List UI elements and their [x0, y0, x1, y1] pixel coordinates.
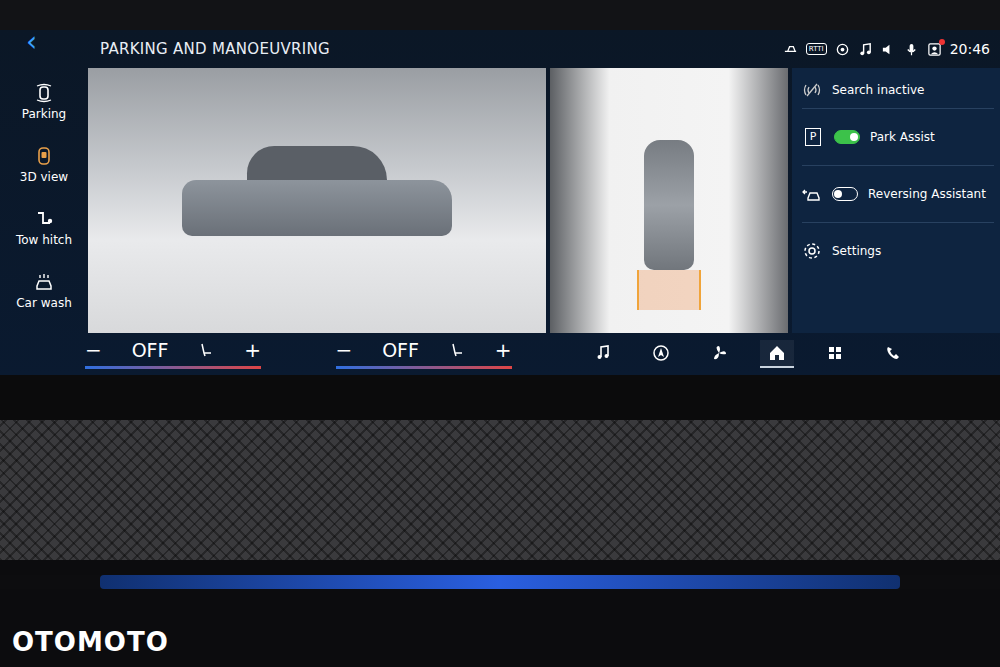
phone-icon [884, 344, 902, 362]
sidebar-item[interactable]: Parking [2, 70, 86, 133]
nav-item[interactable] [760, 340, 794, 368]
car-wash-icon [34, 272, 54, 292]
screen-bezel [0, 375, 1000, 420]
sidebar: ‹ Parking 3D view Tow hitch Car wash [0, 30, 88, 333]
car-roof [247, 146, 387, 180]
sidebar-label: Tow hitch [16, 233, 72, 247]
seat-climate: − OFF + [85, 339, 261, 369]
top-camera-view[interactable] [550, 68, 788, 333]
sidebar-item[interactable]: Car wash [2, 259, 86, 322]
bottom-bar: − OFF + − OFF + [0, 333, 1000, 375]
3d-camera-view[interactable] [88, 68, 546, 333]
search-row: Search inactive [802, 72, 994, 109]
seat-climate: − OFF + [336, 339, 512, 369]
toggle-knob [850, 133, 858, 141]
footer: OTOMOTO [0, 589, 1000, 667]
parking-sensor-icon [34, 83, 54, 103]
top-bezel [0, 0, 1000, 30]
nav-item[interactable] [702, 340, 736, 368]
toggle-knob [834, 190, 842, 198]
settings-label: Settings [832, 244, 881, 258]
seat-heat-value: OFF [132, 339, 169, 361]
music-icon [594, 344, 612, 362]
nav-bar [586, 340, 910, 368]
assist-icon [783, 42, 798, 57]
sidebar-label: Parking [22, 107, 67, 121]
sidebar-item[interactable]: 3D view [2, 133, 86, 196]
tow-hitch-icon [34, 209, 54, 229]
main-area: ‹ Parking 3D view Tow hitch Car wash PARKING … [0, 30, 1000, 333]
sidebar-label: 3D view [20, 170, 68, 184]
sidebar-item[interactable]: Tow hitch [2, 196, 86, 259]
infotainment-screen: ‹ Parking 3D view Tow hitch Car wash PARKING … [0, 30, 1000, 375]
parking-guide [637, 270, 701, 310]
back-button[interactable]: ‹ [0, 30, 37, 70]
clock: 20:46 [950, 41, 990, 57]
apps-icon [826, 344, 844, 362]
nav-item[interactable] [644, 340, 678, 368]
car-body [182, 180, 452, 236]
nav-item[interactable] [876, 340, 910, 368]
decrease-button[interactable]: − [85, 339, 102, 361]
toggle-label: Reversing Assistant [868, 187, 986, 201]
views: Search inactive P Park Assist Reversing Ass… [88, 68, 1000, 333]
ambient-light-strip [100, 575, 900, 589]
increase-button[interactable]: + [495, 339, 512, 361]
content: PARKING AND MANOEUVRING RTTI 20:46 Search i… [88, 30, 1000, 333]
toggle-row[interactable]: P Park Assist [802, 109, 994, 166]
search-status: Search inactive [832, 83, 924, 97]
notification-dot [939, 39, 945, 45]
dashboard-trim [0, 420, 1000, 560]
status-bar: RTTI 20:46 [783, 41, 990, 57]
reversing-car-icon [802, 184, 822, 204]
decrease-button[interactable]: − [336, 339, 353, 361]
seat-heat-value: OFF [382, 339, 419, 361]
profile[interactable] [927, 42, 942, 57]
toggle-row[interactable]: Reversing Assistant [802, 166, 994, 223]
rtti-badge: RTTI [806, 43, 827, 55]
header: PARKING AND MANOEUVRING RTTI 20:46 [88, 30, 1000, 68]
page: ‹ Parking 3D view Tow hitch Car wash PARKING … [0, 0, 1000, 667]
watermark: OTOMOTO [12, 627, 169, 657]
assist-panel: Search inactive P Park Assist Reversing Ass… [792, 68, 1000, 333]
toggle-switch[interactable] [832, 187, 858, 201]
toggle-label: Park Assist [870, 130, 935, 144]
search-signal-icon [802, 80, 822, 100]
home-icon [768, 344, 786, 362]
fan-icon [710, 344, 728, 362]
nav-item[interactable] [818, 340, 852, 368]
sidebar-label: Car wash [16, 296, 72, 310]
seat-heat-icon [449, 342, 465, 358]
parking-badge: P [805, 128, 821, 146]
screen-title: PARKING AND MANOEUVRING [100, 40, 330, 58]
navigation-icon [652, 344, 670, 362]
car-render [182, 146, 452, 236]
settings-row[interactable]: Settings [802, 223, 994, 279]
toggle-switch[interactable] [834, 130, 860, 144]
increase-button[interactable]: + [244, 339, 261, 361]
trim-gap [0, 560, 1000, 575]
microphone-icon [904, 42, 919, 57]
music-note-icon [858, 42, 873, 57]
nav-item[interactable] [586, 340, 620, 368]
car-top-render [644, 140, 694, 270]
3d-car-icon [34, 146, 54, 166]
gear-icon [802, 241, 822, 261]
connectivity-icon [835, 42, 850, 57]
volume-icon [881, 42, 896, 57]
seat-heat-icon [198, 342, 214, 358]
